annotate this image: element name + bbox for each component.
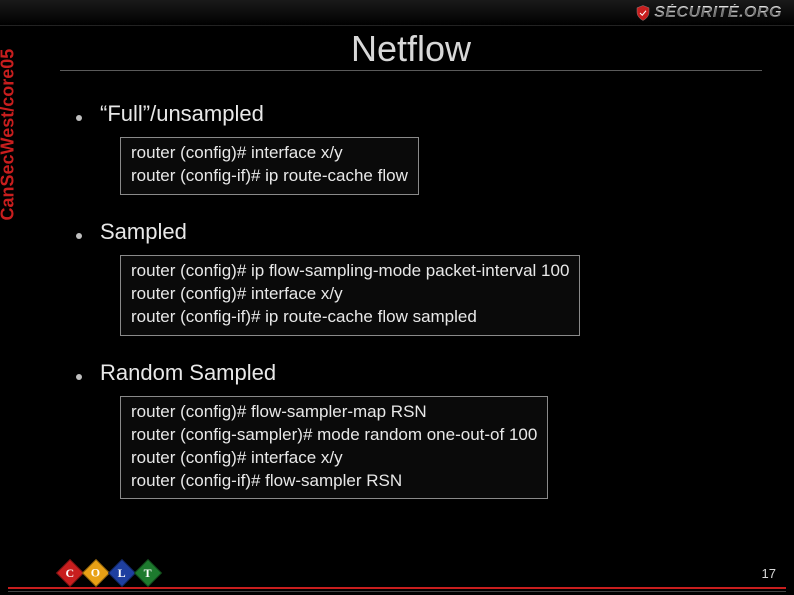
footer-rule [8,591,786,592]
conference-label: CanSecWest/core05 [0,49,19,221]
slide-body: Netflow “Full”/unsampled router (config)… [40,28,782,555]
brand-logo: SÉCURITÉ.ORG [634,4,782,22]
code-line: router (config-if)# ip route-cache flow … [131,306,569,329]
bullet-item: Sampled [76,219,762,245]
code-line: router (config)# flow-sampler-map RSN [131,401,537,424]
diamond-icon: C [56,559,84,587]
footer-rule [8,587,786,589]
slide-title-wrap: Netflow [40,28,782,70]
code-line: router (config)# interface x/y [131,142,408,165]
sponsor-logo: C O L T [60,563,164,583]
code-block: router (config)# flow-sampler-map RSN ro… [120,396,548,500]
bullet-icon [76,374,82,380]
code-line: router (config-sampler)# mode random one… [131,424,537,447]
code-block: router (config)# ip flow-sampling-mode p… [120,255,580,336]
code-line: router (config)# ip flow-sampling-mode p… [131,260,569,283]
bullet-heading: Random Sampled [100,360,276,386]
slide-title: Netflow [40,28,782,70]
brand-text: SÉCURITÉ.ORG [654,4,782,22]
top-bar: SÉCURITÉ.ORG [0,0,794,26]
bullet-item: “Full”/unsampled [76,101,762,127]
diamond-icon: O [82,559,110,587]
code-line: router (config-if)# ip route-cache flow [131,165,408,188]
page-number: 17 [762,566,776,581]
sponsor-letter: T [144,565,152,580]
footer: C O L T 17 [0,555,794,595]
slide-content: “Full”/unsampled router (config)# interf… [40,77,782,499]
diamond-icon: T [134,559,162,587]
shield-icon [634,4,652,22]
code-line: router (config)# interface x/y [131,283,569,306]
bullet-icon [76,115,82,121]
diamond-icon: L [108,559,136,587]
code-line: router (config-if)# flow-sampler RSN [131,470,537,493]
bullet-heading: “Full”/unsampled [100,101,264,127]
title-divider [60,70,762,71]
code-line: router (config)# interface x/y [131,447,537,470]
bullet-icon [76,233,82,239]
bullet-item: Random Sampled [76,360,762,386]
sponsor-letter: L [118,565,126,580]
sponsor-letter: O [91,566,100,581]
sponsor-letter: C [66,565,75,580]
bullet-heading: Sampled [100,219,187,245]
code-block: router (config)# interface x/y router (c… [120,137,419,195]
